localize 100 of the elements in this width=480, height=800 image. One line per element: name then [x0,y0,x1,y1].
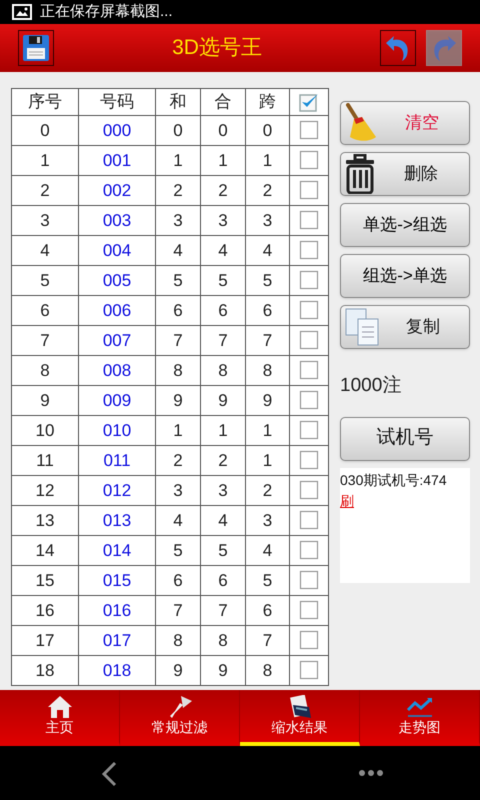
table-cell: 5 [156,265,200,295]
table-cell: 9 [200,385,246,415]
row-index: 8 [12,355,78,385]
checkbox[interactable] [299,300,319,320]
row-index: 10 [12,415,78,445]
table-cell: 7 [200,595,246,625]
table-cell: 2 [200,175,246,205]
number-cell: 004 [78,235,156,265]
checkbox[interactable] [299,420,319,440]
number-cell: 001 [78,145,156,175]
back-icon[interactable] [100,761,118,787]
table-cell: 6 [156,295,200,325]
row-index: 4 [12,235,78,265]
table-cell: 8 [246,355,290,385]
table-cell: 1 [200,415,246,445]
table-cell: 1 [246,145,290,175]
checkbox[interactable] [299,480,319,500]
table-cell: 5 [246,565,290,595]
table-cell: 0 [156,115,200,145]
table-cell: 8 [200,355,246,385]
table-cell: 7 [156,325,200,355]
table-cell: 3 [156,475,200,505]
checkbox[interactable] [299,180,319,200]
table-cell: 1 [156,415,200,445]
table-cell: 2 [200,445,246,475]
number-cell: 009 [78,385,156,415]
row-index: 3 [12,205,78,235]
table-cell: 5 [246,265,290,295]
row-index: 13 [12,505,78,535]
checkbox[interactable] [299,570,319,590]
number-cell: 010 [78,415,156,445]
table-cell: 2 [156,445,200,475]
checkbox[interactable] [299,360,319,380]
checkbox[interactable] [299,240,319,260]
column-header: 跨 [246,88,290,115]
action-button[interactable]: 删除 [340,152,470,196]
refresh-link[interactable]: 刷 [340,490,354,512]
table-cell: 9 [156,655,200,685]
table-cell: 7 [246,625,290,655]
notification-text: 正在保存屏幕截图... [40,2,173,22]
checkbox[interactable] [299,150,319,170]
row-index: 15 [12,565,78,595]
checkbox[interactable] [299,540,319,560]
checkbox[interactable] [299,600,319,620]
image-icon [12,4,32,20]
table-cell: 5 [200,535,246,565]
table-cell: 8 [200,625,246,655]
number-cell: 007 [78,325,156,355]
checkbox[interactable] [299,270,319,290]
table-cell: 4 [200,505,246,535]
table-cell: 0 [200,115,246,145]
checkbox[interactable] [299,450,319,470]
number-cell: 008 [78,355,156,385]
table-cell: 3 [200,205,246,235]
column-header: 和 [156,88,200,115]
row-index: 9 [12,385,78,415]
table-cell: 0 [246,115,290,145]
table-cell: 4 [156,235,200,265]
number-cell: 011 [78,445,156,475]
table-cell: 2 [156,175,200,205]
table-cell: 8 [246,655,290,685]
checkbox[interactable] [299,390,319,410]
count-text: 1000注 [340,374,402,398]
checkbox[interactable] [299,630,319,650]
save-button[interactable] [18,30,54,66]
trial-button[interactable]: 试机号 [340,416,470,460]
table-cell: 4 [200,235,246,265]
table-cell: 9 [246,385,290,415]
more-icon[interactable] [358,769,384,777]
checkbox[interactable] [299,330,319,350]
action-button[interactable]: 单选->组选 [340,203,470,247]
number-cell: 006 [78,295,156,325]
number-cell: 016 [78,595,156,625]
table-cell: 6 [200,565,246,595]
undo-button[interactable] [380,30,416,66]
number-cell: 005 [78,265,156,295]
table-cell: 3 [200,475,246,505]
checkbox[interactable] [299,510,319,530]
table-cell: 1 [200,145,246,175]
trial-info-text: 030期试机号:474 [340,470,447,490]
table-cell: 6 [246,295,290,325]
table-cell: 8 [156,355,200,385]
action-button[interactable]: 清空 [340,101,470,145]
table-cell: 6 [156,565,200,595]
trend-chart-icon [406,695,434,719]
table-cell: 2 [246,475,290,505]
row-index: 7 [12,325,78,355]
row-index: 0 [12,115,78,145]
action-button[interactable]: 组选->单选 [340,254,470,298]
table-cell: 1 [156,145,200,175]
row-index: 14 [12,535,78,565]
checkbox[interactable] [299,660,319,680]
table-cell: 5 [200,265,246,295]
action-button[interactable]: 复制 [340,305,470,349]
checkbox[interactable] [299,92,319,112]
number-cell: 012 [78,475,156,505]
number-cell: 015 [78,565,156,595]
checkbox[interactable] [299,120,319,140]
checkbox[interactable] [299,210,319,230]
table-cell: 5 [156,535,200,565]
